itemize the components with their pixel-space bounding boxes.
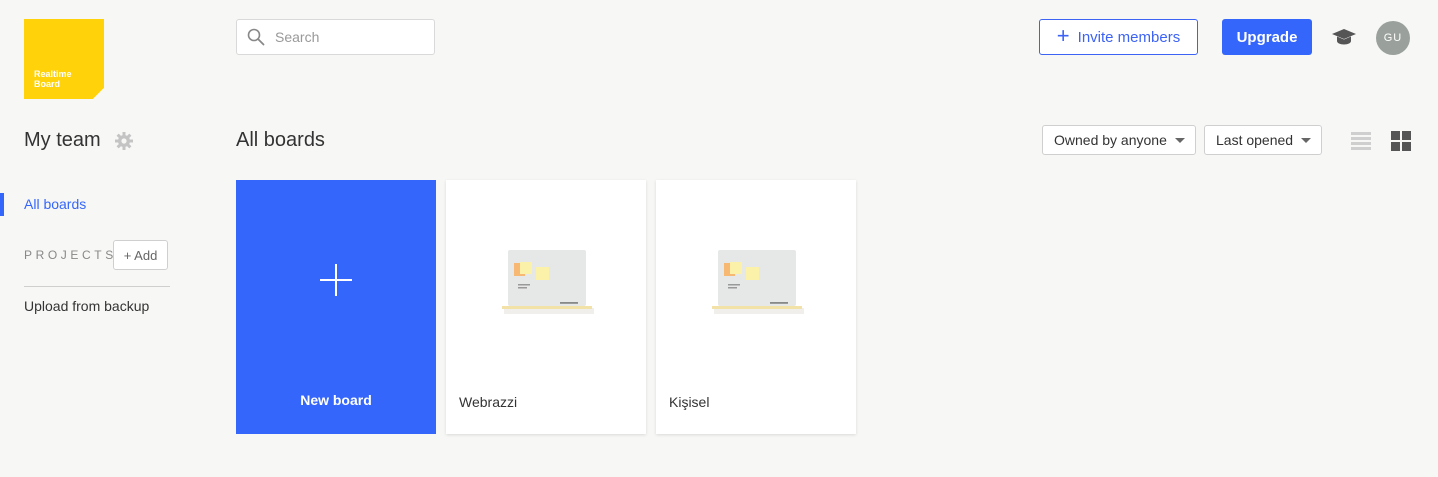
search-icon xyxy=(247,28,265,46)
chevron-down-icon xyxy=(1301,138,1311,143)
board-card[interactable]: Webrazzi xyxy=(446,180,646,434)
active-nav-indicator xyxy=(0,193,4,216)
upgrade-button[interactable]: Upgrade xyxy=(1222,19,1312,55)
team-title: My team xyxy=(24,129,101,151)
gear-icon[interactable] xyxy=(114,131,134,151)
board-thumbnail-icon xyxy=(712,250,804,314)
new-board-card[interactable]: New board xyxy=(236,180,436,434)
add-project-button[interactable]: + Add xyxy=(113,240,168,270)
search-box[interactable] xyxy=(236,19,435,55)
sidebar-divider xyxy=(24,286,170,287)
sidebar-item-all-boards[interactable]: All boards xyxy=(24,196,86,212)
add-project-label: + Add xyxy=(123,247,158,263)
owner-filter-value: Owned by anyone xyxy=(1054,132,1167,148)
graduation-cap-icon[interactable] xyxy=(1331,26,1357,48)
sort-value: Last opened xyxy=(1216,132,1294,148)
sort-dropdown[interactable]: Last opened xyxy=(1204,125,1322,155)
chevron-down-icon xyxy=(1175,138,1185,143)
plus-icon xyxy=(320,264,352,296)
grid-view-icon[interactable] xyxy=(1391,131,1411,151)
avatar-initials: GU xyxy=(1383,32,1403,44)
owner-filter-dropdown[interactable]: Owned by anyone xyxy=(1042,125,1196,155)
board-name: Kişisel xyxy=(669,394,710,410)
brand-line-2: Board xyxy=(34,79,61,89)
brand-logo[interactable]: Realtime Board xyxy=(24,19,104,99)
board-thumbnail-icon xyxy=(502,250,594,314)
projects-heading: PROJECTS xyxy=(24,248,117,262)
invite-members-label: Invite members xyxy=(1077,28,1181,46)
plus-icon: + xyxy=(1056,23,1070,48)
page-title: All boards xyxy=(236,129,325,151)
upgrade-label: Upgrade xyxy=(1236,28,1298,46)
user-avatar[interactable]: GU xyxy=(1376,21,1410,55)
board-name: Webrazzi xyxy=(459,394,518,410)
board-card[interactable]: Kişisel xyxy=(656,180,856,434)
upload-from-backup-link[interactable]: Upload from backup xyxy=(24,298,149,314)
search-input[interactable] xyxy=(275,28,425,46)
new-board-label: New board xyxy=(300,392,372,408)
brand-line-1: Realtime xyxy=(34,69,72,79)
invite-members-button[interactable]: + Invite members xyxy=(1039,19,1198,55)
list-view-icon[interactable] xyxy=(1351,131,1371,151)
